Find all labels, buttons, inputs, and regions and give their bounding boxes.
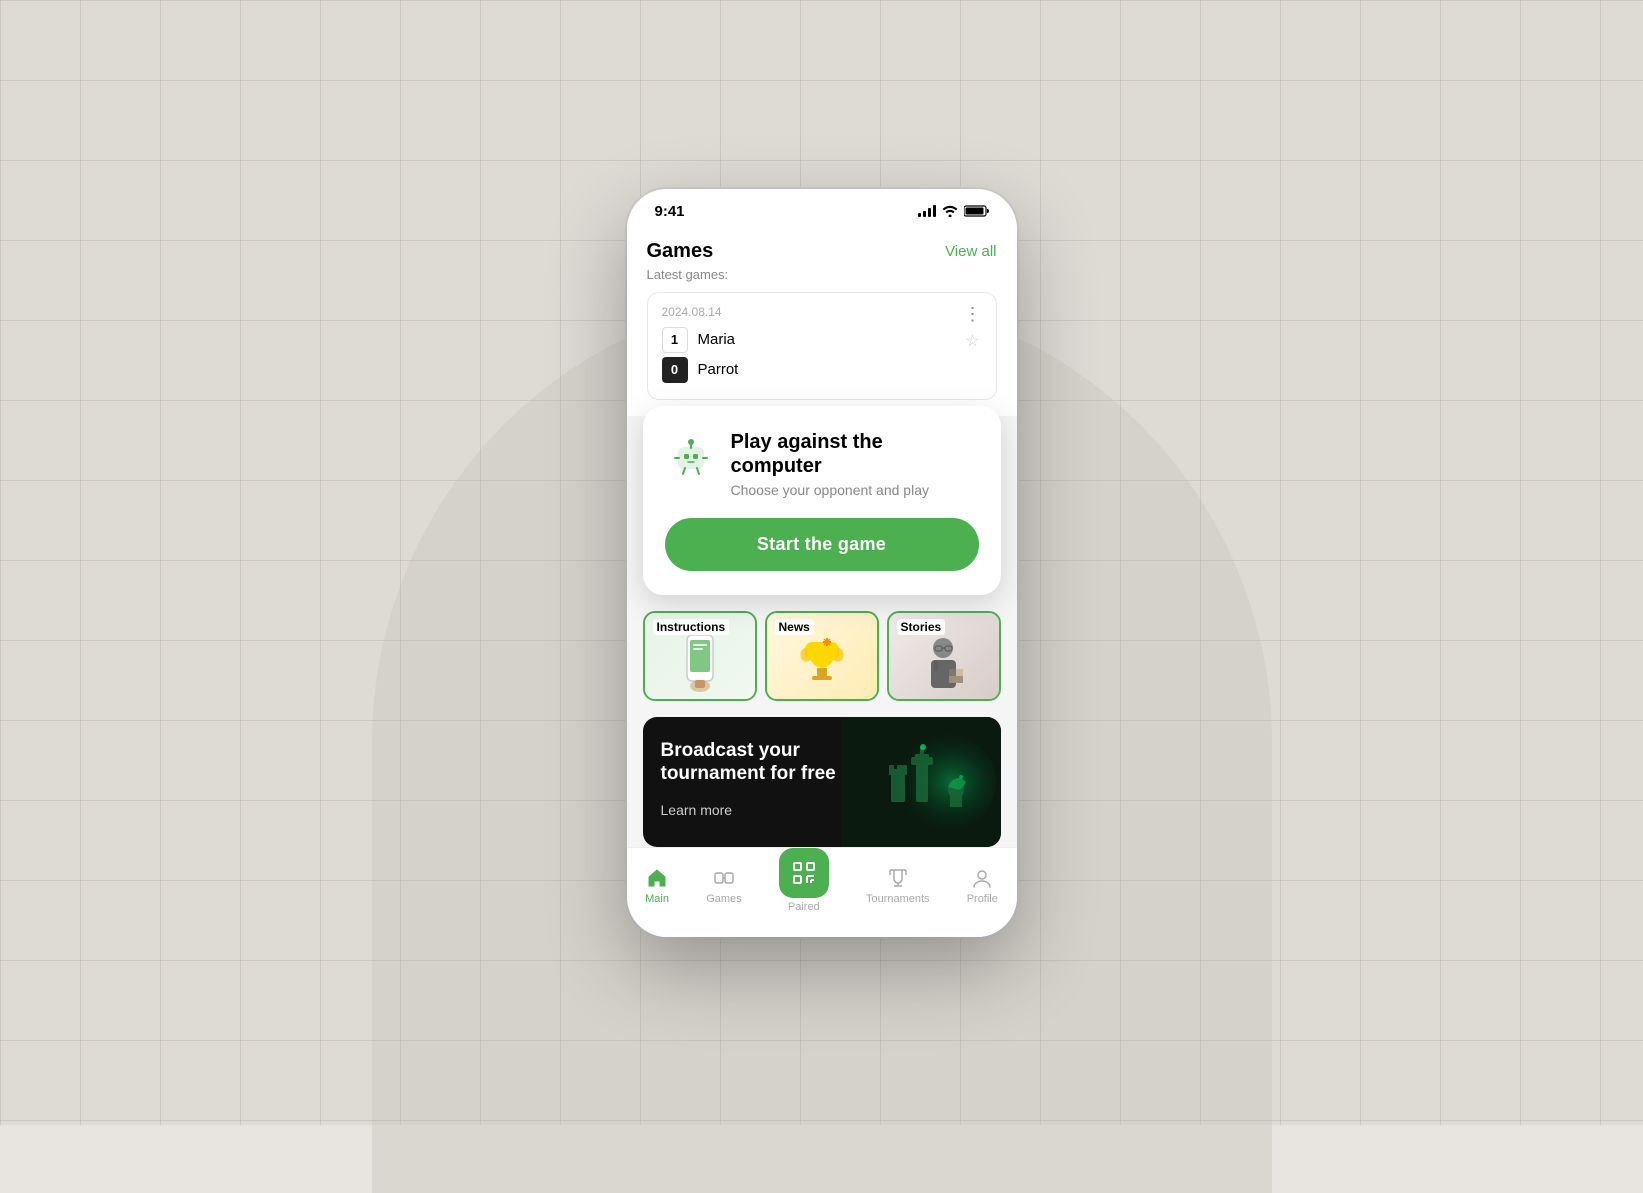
trophy-icon: [797, 634, 847, 694]
phone-wrapper: 9:41 Games: [627, 189, 1017, 937]
player2-name: Parrot: [698, 361, 964, 378]
chess-art-icon: [841, 717, 1001, 847]
learn-more-link[interactable]: Learn more: [661, 802, 733, 818]
stories-content: Stories: [889, 613, 999, 699]
news-label: News: [775, 619, 814, 635]
broadcast-banner[interactable]: Broadcast your tournament for free Learn…: [643, 717, 1001, 847]
profile-icon: [970, 866, 994, 890]
games-icon: [712, 866, 736, 890]
play-card-subtitle: Choose your opponent and play: [731, 482, 979, 498]
phone-frame: 9:41 Games: [627, 189, 1017, 937]
nav-label-main: Main: [645, 893, 669, 905]
play-computer-card: Play against the computer Choose your op…: [643, 406, 1001, 595]
nav-label-games: Games: [706, 893, 741, 905]
broadcast-title: Broadcast your tournament for free: [661, 739, 838, 787]
category-card-news[interactable]: News: [765, 611, 879, 701]
games-section: Games View all Latest games: 2024.08.14 …: [627, 228, 1017, 416]
category-row: Instructions: [643, 611, 1001, 701]
game-row-player1: 1 Maria: [662, 327, 964, 353]
game-card-actions: ⋮ ☆: [964, 305, 982, 351]
stories-label: Stories: [897, 619, 946, 635]
signal-bars-icon: [918, 205, 936, 217]
status-bar: 9:41: [627, 189, 1017, 228]
player1-name: Maria: [698, 331, 964, 348]
main-content: Instructions: [627, 595, 1017, 847]
tournaments-icon: [886, 866, 910, 890]
games-header: Games View all: [647, 240, 997, 263]
bar3: [928, 208, 931, 217]
robot-icon: [665, 430, 717, 482]
wifi-icon: [942, 205, 958, 217]
bar1: [918, 213, 921, 217]
star-icon[interactable]: ☆: [965, 331, 979, 351]
nav-label-paired: Paired: [788, 901, 820, 913]
category-card-instructions[interactable]: Instructions: [643, 611, 757, 701]
nav-label-profile: Profile: [967, 893, 998, 905]
nav-item-main[interactable]: Main: [645, 866, 669, 905]
scan-icon: [791, 860, 817, 886]
play-card-title: Play against the computer: [731, 430, 979, 478]
news-content: News: [767, 613, 877, 699]
battery-icon: [964, 205, 989, 217]
bar4: [933, 205, 936, 217]
category-card-stories[interactable]: Stories: [887, 611, 1001, 701]
games-title: Games: [647, 240, 714, 263]
phone-hand-icon: [679, 631, 721, 696]
paired-center-button[interactable]: [779, 848, 829, 898]
score-player1: 1: [662, 327, 688, 353]
card-header-row: Play against the computer Choose your op…: [665, 430, 979, 498]
nav-item-paired[interactable]: Paired: [779, 858, 829, 913]
nav-item-games[interactable]: Games: [706, 866, 741, 905]
game-row-player2: 0 Parrot: [662, 357, 964, 383]
person-icon: [921, 634, 966, 694]
instructions-label: Instructions: [653, 619, 730, 635]
bottom-nav: Main Games: [627, 847, 1017, 937]
instructions-content: Instructions: [645, 613, 755, 699]
score-player2: 0: [662, 357, 688, 383]
game-card[interactable]: 2024.08.14 1 Maria 0 Parrot ⋮ ☆: [647, 292, 997, 400]
view-all-link[interactable]: View all: [945, 243, 996, 260]
nav-item-tournaments[interactable]: Tournaments: [866, 866, 930, 905]
bar2: [923, 211, 926, 217]
start-game-button[interactable]: Start the game: [665, 518, 979, 571]
latest-games-label: Latest games:: [647, 267, 997, 282]
nav-item-profile[interactable]: Profile: [967, 866, 998, 905]
dots-menu-icon[interactable]: ⋮: [964, 305, 982, 323]
nav-label-tournaments: Tournaments: [866, 893, 930, 905]
home-icon: [645, 866, 669, 890]
status-time: 9:41: [655, 203, 685, 220]
status-icons: [918, 205, 989, 217]
game-date: 2024.08.14: [662, 305, 964, 319]
card-text: Play against the computer Choose your op…: [731, 430, 979, 498]
